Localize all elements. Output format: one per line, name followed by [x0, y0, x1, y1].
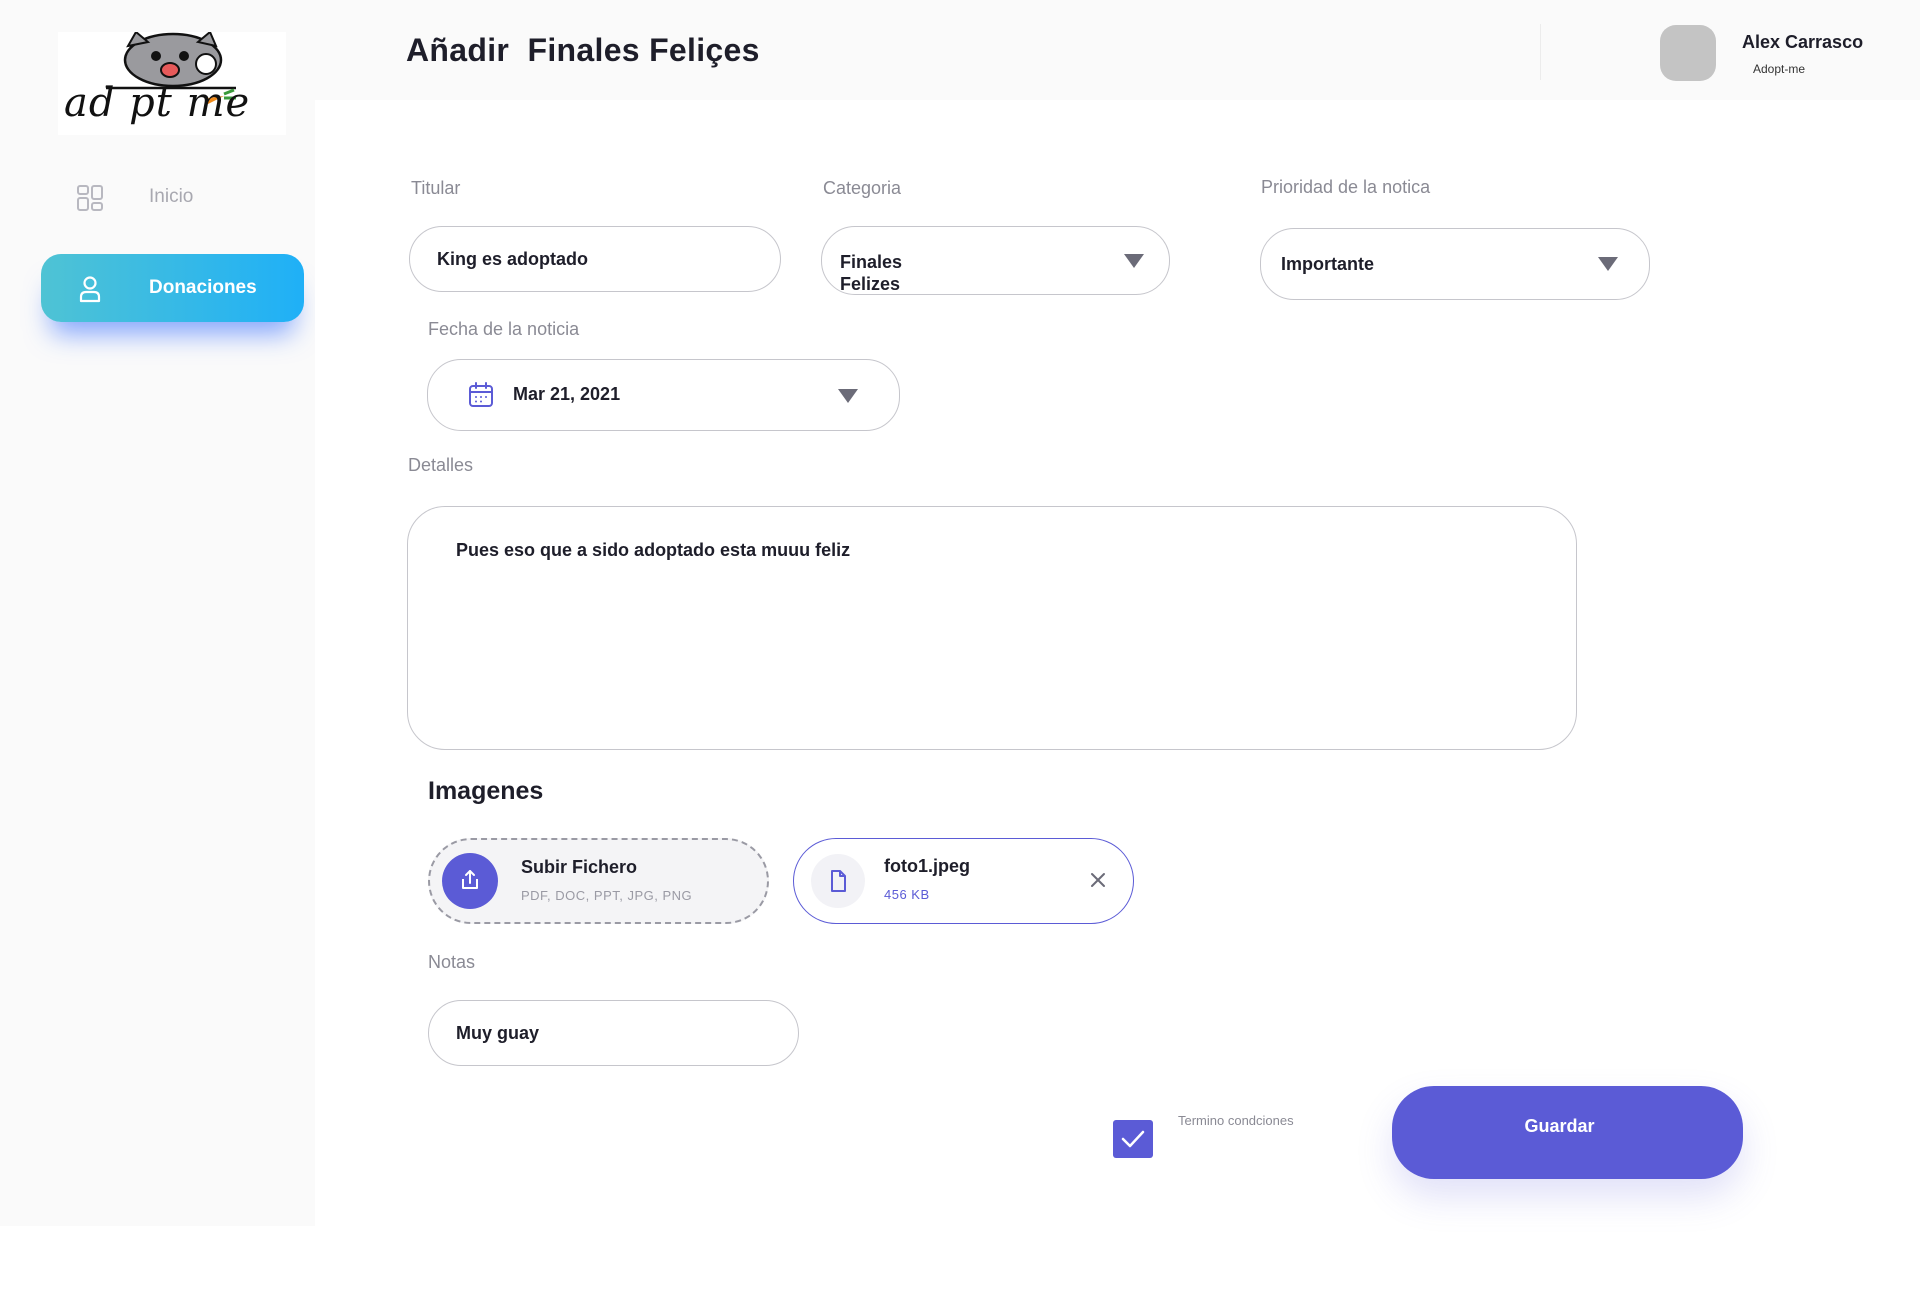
detalles-value: Pues eso que a sido adoptado esta muuu f…: [456, 540, 851, 560]
chevron-down-icon: [1124, 254, 1144, 268]
categoria-select[interactable]: Finales Felizes: [821, 226, 1170, 295]
detalles-textarea[interactable]: Pues eso que a sido adoptado esta muuu f…: [407, 506, 1577, 750]
logo[interactable]: ad pt me: [58, 32, 286, 135]
upload-formats: PDF, DOC, PPT, JPG, PNG: [521, 888, 693, 903]
sidebar-item-label: Donaciones: [149, 277, 257, 298]
file-name: foto1.jpeg: [884, 856, 970, 876]
check-icon: [1121, 1130, 1145, 1148]
file-card[interactable]: foto1.jpeg 456 KB: [793, 838, 1134, 924]
notas-value: Muy guay: [456, 1023, 540, 1043]
prioridad-select[interactable]: Importante: [1260, 228, 1650, 300]
notas-label: Notas: [428, 952, 476, 972]
upload-button[interactable]: [442, 853, 498, 909]
prioridad-label: Prioridad de la notica: [1261, 177, 1431, 197]
fecha-picker[interactable]: Mar 21, 2021: [427, 359, 900, 431]
avatar[interactable]: [1660, 25, 1716, 81]
close-icon[interactable]: [1088, 870, 1108, 890]
dashboard-icon: [77, 185, 103, 211]
save-button[interactable]: Guardar: [1392, 1086, 1743, 1179]
upload-icon: [462, 870, 478, 889]
sidebar: ad pt me Inicio Donaciones: [0, 0, 315, 1226]
terms-label: Termino condciones: [1178, 1113, 1294, 1128]
sidebar-item-inicio[interactable]: Inicio: [41, 163, 304, 231]
file-icon-wrap: [811, 854, 865, 908]
titular-value: King es adoptado: [437, 249, 589, 269]
calendar-icon: [469, 382, 493, 407]
sidebar-item-label: Inicio: [149, 186, 194, 207]
chevron-down-icon: [1598, 257, 1618, 271]
fecha-label: Fecha de la noticia: [428, 319, 580, 339]
fecha-value: Mar 21, 2021: [513, 384, 621, 404]
detalles-label: Detalles: [408, 455, 474, 475]
titular-label: Titular: [411, 178, 461, 198]
user-name: Alex Carrasco: [1742, 32, 1864, 52]
imagenes-title: Imagenes: [428, 777, 544, 805]
header-divider: [1540, 24, 1541, 80]
sidebar-item-donaciones[interactable]: Donaciones: [41, 254, 304, 322]
prioridad-value: Importante: [1281, 254, 1375, 274]
file-size: 456 KB: [884, 887, 930, 902]
logo-text: ad pt me: [64, 80, 251, 126]
upload-dropzone[interactable]: Subir Fichero PDF, DOC, PPT, JPG, PNG: [428, 838, 769, 924]
categoria-value: Finales Felizes: [840, 252, 903, 294]
upload-title: Subir Fichero: [521, 857, 638, 877]
chevron-down-icon: [838, 389, 858, 403]
page-title: Añadir Finales Feliçes: [406, 32, 760, 68]
terms-checkbox[interactable]: [1113, 1120, 1153, 1158]
categoria-label: Categoria: [823, 178, 902, 198]
user-icon: [79, 276, 101, 303]
user-subtitle: Adopt-me: [1753, 62, 1806, 76]
notas-input[interactable]: Muy guay: [428, 1000, 799, 1066]
file-icon: [831, 870, 846, 892]
titular-input[interactable]: King es adoptado: [409, 226, 781, 292]
save-button-label: Guardar: [1524, 1116, 1595, 1136]
